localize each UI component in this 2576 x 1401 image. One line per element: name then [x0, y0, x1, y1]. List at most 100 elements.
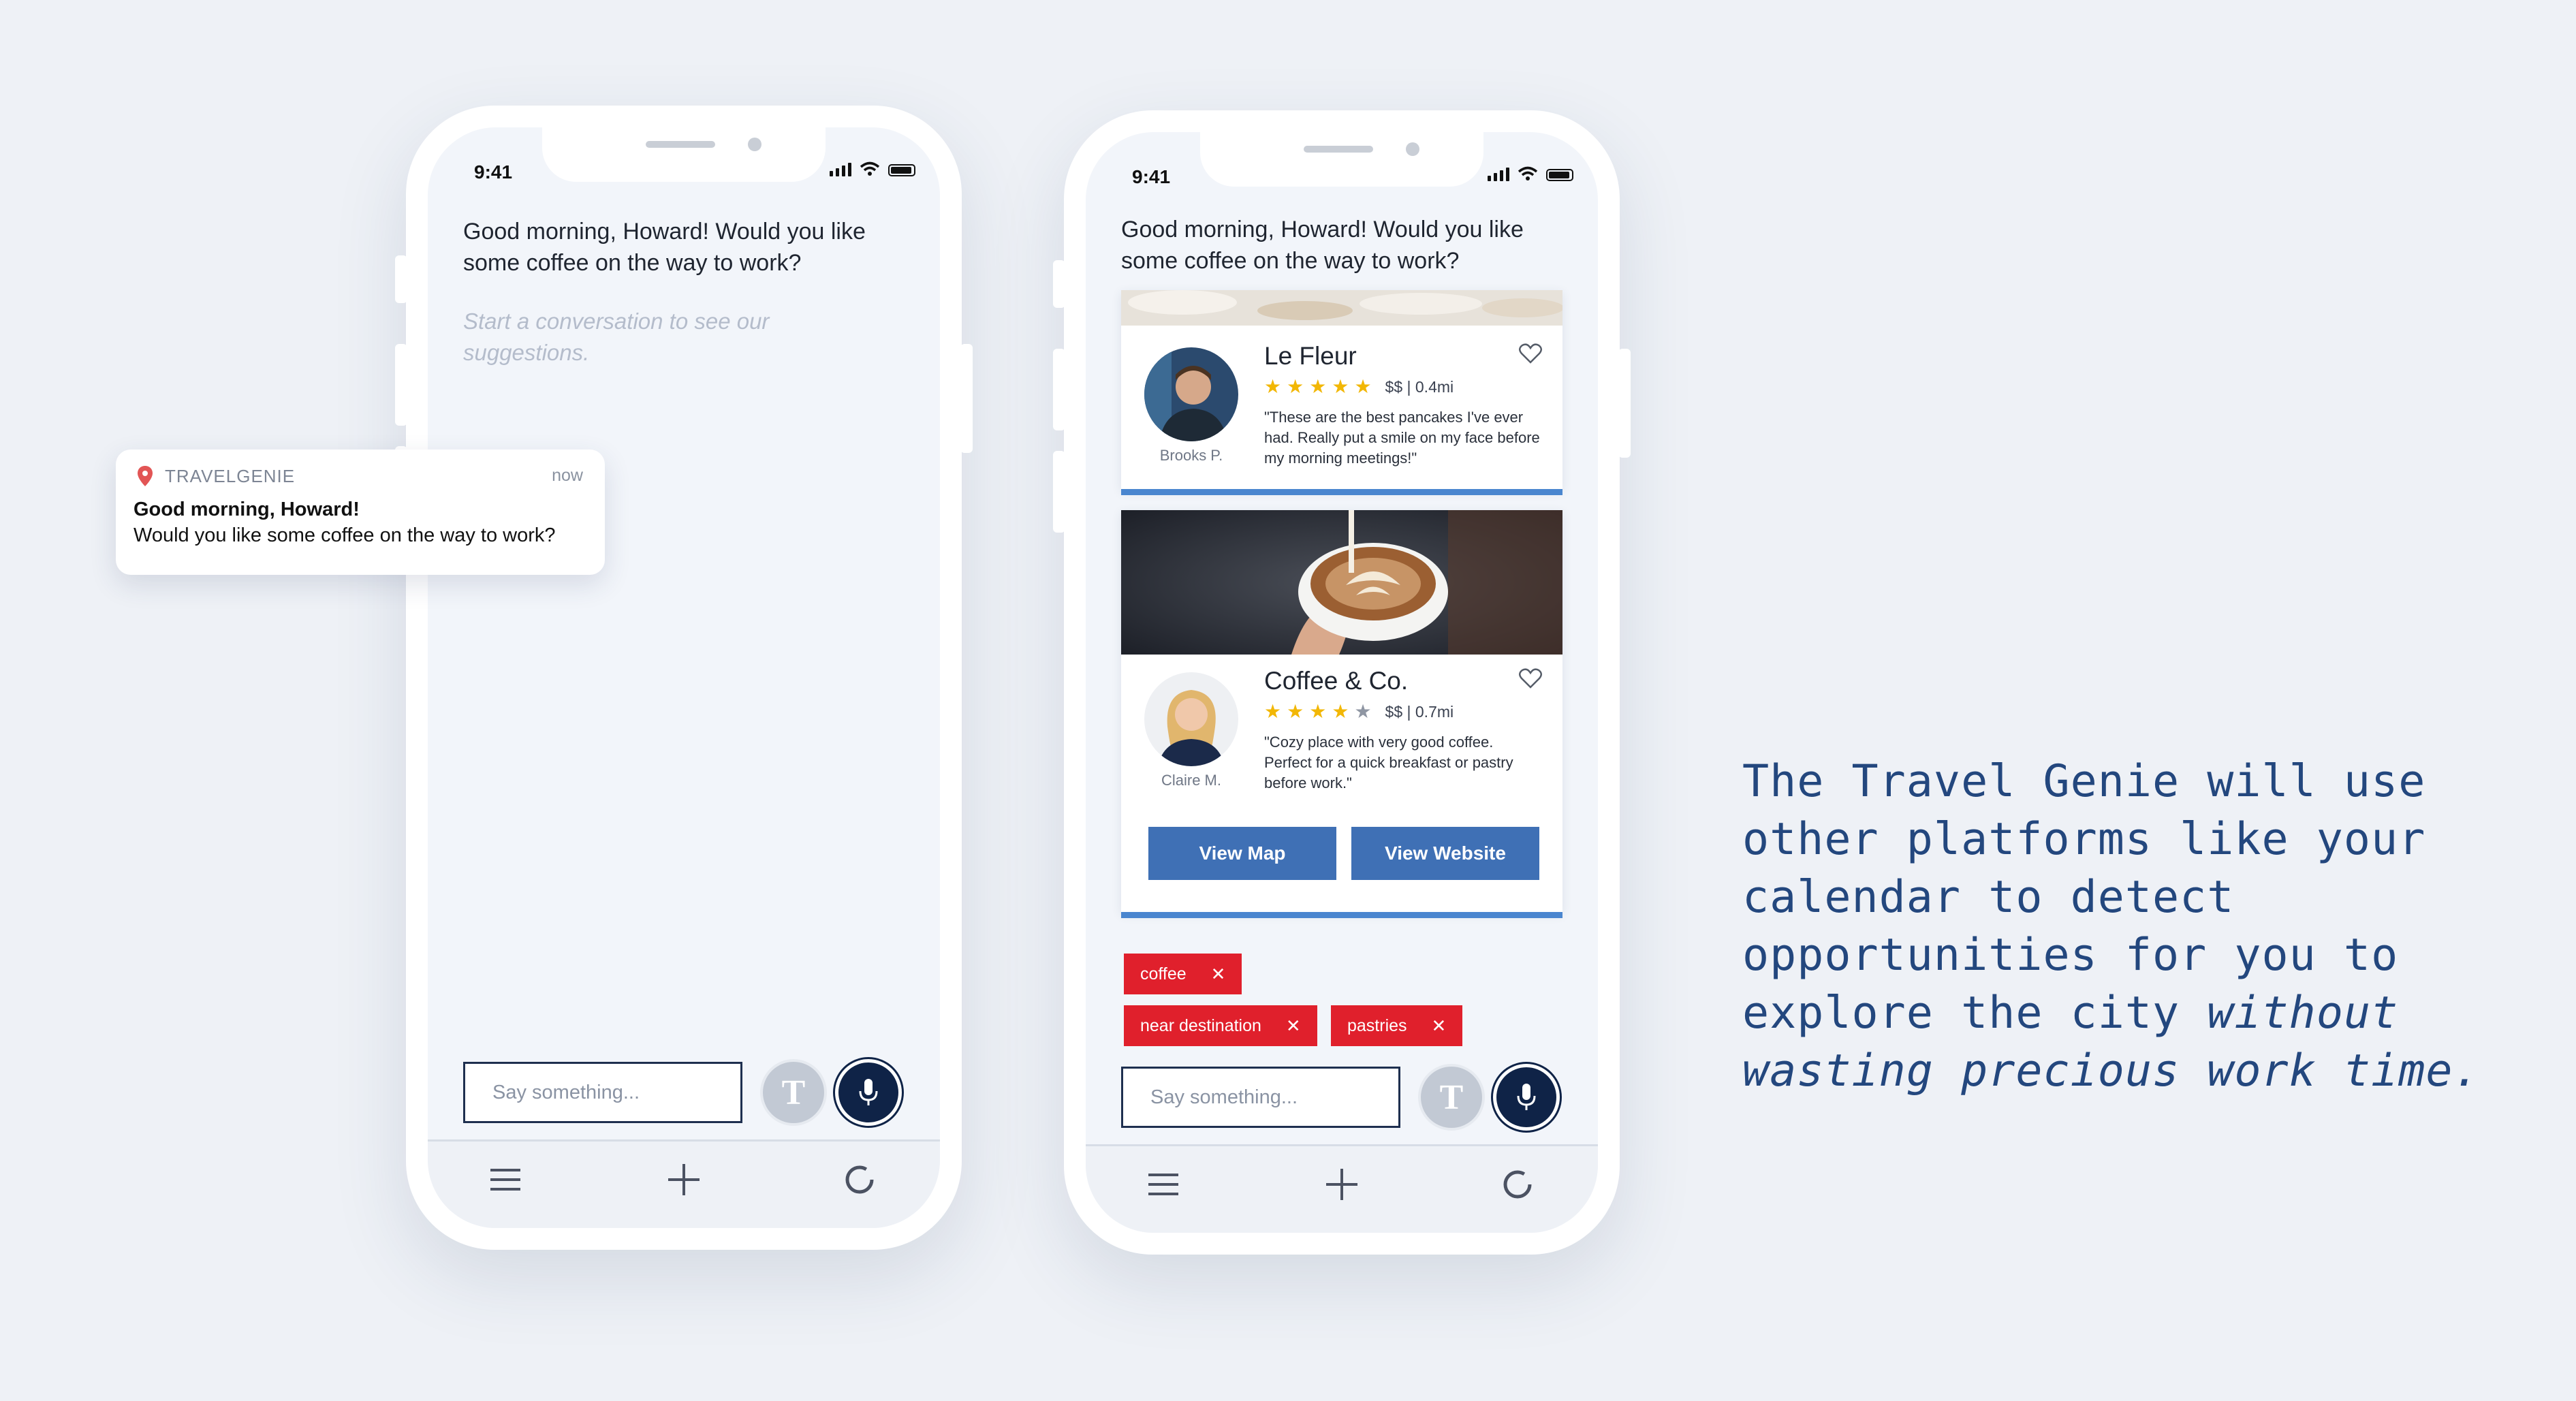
view-website-button[interactable]: View Website	[1351, 827, 1539, 880]
silent-switch	[395, 255, 407, 303]
text-mode-button[interactable]: T	[760, 1059, 827, 1126]
reviewer-name: Claire M.	[1161, 772, 1221, 789]
star-icon: ★	[1354, 376, 1372, 397]
food-photo	[1121, 290, 1562, 326]
review-text: "These are the best pancakes I've ever h…	[1264, 409, 1540, 467]
tab-bar	[1086, 1144, 1598, 1233]
place-name: Coffee & Co.	[1264, 667, 1409, 695]
power-button	[960, 344, 973, 453]
activity-tab[interactable]	[839, 1159, 880, 1200]
star-icon: ★	[1309, 701, 1327, 722]
price-distance: $$ | 0.4mi	[1385, 377, 1454, 396]
screen: 9:41 Good morning, Howard! Would you lik…	[1086, 132, 1598, 1233]
heart-icon[interactable]	[1519, 343, 1542, 364]
tag-label: near destination	[1140, 1016, 1261, 1035]
speaker	[646, 141, 715, 148]
signal-icon	[830, 161, 851, 176]
view-map-button[interactable]: View Map	[1148, 827, 1336, 880]
suggestion-card-coffee-and-co[interactable]: Claire M. Coffee & Co. ★ ★ ★ ★ ★ $$ | 0.…	[1121, 510, 1562, 918]
notch	[1200, 132, 1483, 187]
heart-icon[interactable]	[1519, 668, 1542, 689]
chat-input-row: Say something... T	[463, 1059, 902, 1126]
tab-bar	[428, 1139, 940, 1228]
place-name: Le Fleur	[1264, 342, 1357, 370]
screen: 9:41 Good morning, Howard! Would you lik…	[428, 127, 940, 1228]
tag-chip-near-destination[interactable]: near destination ✕	[1124, 1005, 1317, 1046]
menu-tab[interactable]	[485, 1159, 526, 1200]
mic-icon	[859, 1079, 878, 1105]
star-icon: ★	[1309, 376, 1327, 397]
menu-icon	[1148, 1174, 1178, 1195]
empty-state-hint: Start a conversation to see our suggesti…	[463, 309, 770, 365]
phone-right: 9:41 Good morning, Howard! Would you lik…	[1053, 110, 1631, 1255]
battery-icon	[1546, 169, 1573, 181]
notch	[542, 127, 826, 182]
chat-input-row: Say something... T	[1121, 1064, 1560, 1131]
avatar	[1144, 347, 1238, 441]
tag-label: coffee	[1140, 964, 1187, 983]
star-icon: ★	[1332, 701, 1349, 722]
rating-row: ★ ★ ★ ★ ★ $$ | 0.4mi	[1264, 377, 1454, 396]
volume-up-button	[1053, 349, 1065, 430]
signal-icon	[1488, 166, 1509, 181]
status-icons	[1488, 166, 1573, 181]
assistant-greeting: Good morning, Howard! Would you like som…	[463, 219, 866, 276]
location-pin-icon	[138, 466, 153, 486]
push-notification[interactable]: TRAVELGENIE now Good morning, Howard! Wo…	[116, 450, 605, 575]
notification-app-name: TRAVELGENIE	[165, 466, 296, 486]
message-input[interactable]: Say something...	[463, 1062, 742, 1123]
phone-left: 9:41 Good morning, Howard! Would you lik…	[395, 106, 973, 1250]
mic-button[interactable]	[1493, 1064, 1560, 1131]
battery-icon	[888, 164, 915, 176]
status-time: 9:41	[474, 161, 513, 183]
power-button	[1618, 349, 1631, 458]
star-icon: ★	[1287, 376, 1304, 397]
close-icon[interactable]: ✕	[1432, 1016, 1447, 1037]
star-icon-empty: ★	[1354, 701, 1372, 722]
volume-down-button	[1053, 451, 1065, 533]
silent-switch	[1053, 260, 1065, 308]
add-tab[interactable]	[663, 1159, 704, 1200]
close-icon[interactable]: ✕	[1286, 1016, 1301, 1037]
notification-body: Would you like some coffee on the way to…	[133, 524, 556, 546]
speaker	[1304, 146, 1373, 153]
activity-tab[interactable]	[1497, 1164, 1538, 1205]
star-icon: ★	[1287, 701, 1304, 722]
tagline: The Travel Genie will use other platform…	[1742, 753, 2505, 1100]
text-mode-button[interactable]: T	[1418, 1064, 1485, 1131]
volume-up-button	[395, 344, 407, 426]
star-icon: ★	[1264, 701, 1282, 722]
review-text: "Cozy place with very good coffee. Perfe…	[1264, 734, 1513, 791]
price-distance: $$ | 0.7mi	[1385, 702, 1454, 721]
status-time: 9:41	[1132, 166, 1171, 187]
card-accent-bar	[1121, 912, 1562, 918]
menu-icon	[490, 1169, 520, 1191]
loading-icon	[845, 1165, 874, 1194]
assistant-greeting: Good morning, Howard! Would you like som…	[1121, 217, 1524, 274]
notification-title: Good morning, Howard!	[133, 499, 360, 520]
card-accent-bar	[1121, 489, 1562, 495]
menu-tab[interactable]	[1143, 1164, 1184, 1205]
wifi-icon	[1518, 166, 1538, 180]
close-icon[interactable]: ✕	[1211, 964, 1226, 985]
status-icons	[830, 161, 915, 176]
plus-icon	[1326, 1169, 1357, 1200]
notification-time: now	[552, 466, 583, 485]
mic-button[interactable]	[835, 1059, 902, 1126]
suggestion-card-le-fleur[interactable]: Brooks P. Le Fleur ★ ★ ★ ★ ★ $$ | 0.4mi …	[1121, 290, 1562, 495]
front-camera	[1406, 142, 1419, 156]
star-icon: ★	[1332, 376, 1349, 397]
plus-icon	[668, 1164, 700, 1195]
loading-icon	[1503, 1170, 1532, 1199]
reviewer-name: Brooks P.	[1159, 447, 1223, 464]
tag-label: pastries	[1347, 1016, 1407, 1035]
wifi-icon	[860, 161, 880, 176]
mic-icon	[1517, 1084, 1536, 1110]
rating-row: ★ ★ ★ ★ ★ $$ | 0.7mi	[1264, 702, 1454, 721]
tag-chip-pastries[interactable]: pastries ✕	[1331, 1005, 1463, 1046]
message-input[interactable]: Say something...	[1121, 1067, 1400, 1128]
front-camera	[748, 138, 761, 151]
add-tab[interactable]	[1321, 1164, 1362, 1205]
latte-photo	[1121, 510, 1562, 655]
tag-chip-coffee[interactable]: coffee ✕	[1124, 954, 1242, 994]
